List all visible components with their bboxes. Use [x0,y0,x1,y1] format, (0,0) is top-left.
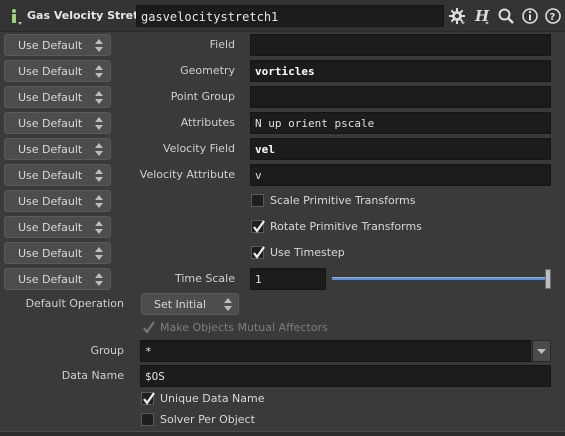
mutual-affectors-checkbox [143,321,155,334]
updown-arrow-icon [95,65,103,78]
parameter-editor: Gas Velocity Stretch gasvelocitystretch1… [0,0,565,436]
group-label: Group [90,344,125,357]
param-row-geometry: Use Default Geometry vorticles [0,59,565,83]
node-name-input[interactable]: gasvelocitystretch1 [136,5,444,27]
node-info-icon[interactable] [9,8,23,26]
default-operation-label: Default Operation [25,297,124,310]
use-timestep-checkbox[interactable] [251,246,265,259]
geometry-input[interactable]: vorticles [250,60,551,82]
checkmark-icon [143,392,155,405]
solver-per-object-label: Solver Per Object [160,413,255,426]
time-scale-input[interactable]: 1 [250,268,326,290]
param-row-default-operation: Default Operation Set Initial [0,292,565,316]
default-operation-menu[interactable]: Set Initial [141,293,239,315]
info-circle-icon[interactable] [521,7,539,25]
param-row-time-scale: Use Default Time Scale 1 [0,267,565,291]
data-name-label: Data Name [61,369,124,382]
horizontal-scrollbar[interactable] [0,431,565,436]
default-operation-value: Set Initial [154,298,206,311]
use-default-label: Use Default [18,247,83,260]
param-row-velocity-field: Use Default Velocity Field vel [0,137,565,161]
updown-arrow-icon [95,143,103,156]
svg-text:?: ? [550,12,556,23]
use-default-label: Use Default [18,169,83,182]
rotate-primitive-transforms-label: Rotate Primitive Transforms [270,220,422,233]
time-scale-label: Time Scale [174,272,235,285]
chevron-down-icon [537,349,546,354]
search-icon[interactable] [497,7,515,25]
parameter-header: Gas Velocity Stretch gasvelocitystretch1… [0,0,565,32]
velocity-attribute-label: Velocity Attribute [139,168,235,181]
attributes-input[interactable]: N up orient pscale [250,112,551,134]
use-default-button[interactable]: Use Default [4,190,111,212]
use-default-label: Use Default [18,143,83,156]
gear-icon[interactable] [448,7,466,25]
param-row-rotate-primitive-transforms: Use Default Rotate Primitive Transforms [0,215,565,239]
time-scale-slider[interactable] [332,277,546,281]
param-row-use-timestep: Use Default Use Timestep [0,241,565,265]
use-default-button[interactable]: Use Default [4,138,111,160]
field-input[interactable] [250,34,551,56]
use-default-label: Use Default [18,273,83,286]
use-default-label: Use Default [18,65,83,78]
updown-arrow-icon [95,195,103,208]
use-default-button[interactable]: Use Default [4,268,111,290]
use-default-label: Use Default [18,195,83,208]
checkmark-icon [253,220,265,233]
param-row-attributes: Use Default Attributes N up orient pscal… [0,111,565,135]
param-row-data-name: Data Name $OS [0,364,565,388]
point-group-label: Point Group [170,90,235,103]
node-type-label: Gas Velocity Stretch [27,9,153,22]
field-label: Field [209,38,235,51]
scale-primitive-transforms-label: Scale Primitive Transforms [270,194,416,207]
velocity-attribute-input[interactable]: v [250,164,551,186]
velocity-field-input[interactable]: vel [250,138,551,160]
checkmark-icon [253,246,265,259]
use-default-label: Use Default [18,91,83,104]
updown-arrow-icon [224,298,232,311]
group-input[interactable]: * [140,340,531,362]
unique-data-name-checkbox[interactable] [141,392,155,405]
updown-arrow-icon [95,39,103,52]
help-h-icon[interactable]: H [473,7,491,25]
use-default-button[interactable]: Use Default [4,34,111,56]
use-default-button[interactable]: Use Default [4,112,111,134]
param-row-field: Use Default Field [0,33,565,57]
geometry-label: Geometry [180,64,235,77]
point-group-input[interactable] [250,86,551,108]
param-row-scale-primitive-transforms: Use Default Scale Primitive Transforms [0,189,565,213]
param-row-mutual-affectors: Make Objects Mutual Affectors [0,316,565,340]
updown-arrow-icon [95,169,103,182]
param-row-solver-per-object: Solver Per Object [0,408,565,432]
updown-arrow-icon [95,273,103,286]
use-default-button[interactable]: Use Default [4,60,111,82]
time-scale-slider-handle[interactable] [545,269,551,289]
use-default-button[interactable]: Use Default [4,216,111,238]
use-timestep-label: Use Timestep [270,246,345,259]
updown-arrow-icon [95,117,103,130]
use-default-button[interactable]: Use Default [4,164,111,186]
mutual-affectors-label: Make Objects Mutual Affectors [160,321,328,334]
solver-per-object-checkbox[interactable] [141,413,154,426]
data-name-input[interactable]: $OS [140,365,551,387]
param-row-velocity-attribute: Use Default Velocity Attribute v [0,163,565,187]
attributes-label: Attributes [180,116,235,129]
velocity-field-label: Velocity Field [162,142,235,155]
use-default-button[interactable]: Use Default [4,242,111,264]
param-row-point-group: Use Default Point Group [0,85,565,109]
rotate-primitive-transforms-checkbox[interactable] [251,220,265,233]
help-circle-icon[interactable]: ? [544,7,562,25]
updown-arrow-icon [95,221,103,234]
group-dropdown-button[interactable] [532,340,551,362]
use-default-label: Use Default [18,117,83,130]
scale-primitive-transforms-checkbox[interactable] [251,194,264,207]
param-row-group: Group * [0,339,565,363]
updown-arrow-icon [95,247,103,260]
use-default-label: Use Default [18,39,83,52]
use-default-label: Use Default [18,221,83,234]
updown-arrow-icon [95,91,103,104]
use-default-button[interactable]: Use Default [4,86,111,108]
unique-data-name-label: Unique Data Name [160,392,265,405]
